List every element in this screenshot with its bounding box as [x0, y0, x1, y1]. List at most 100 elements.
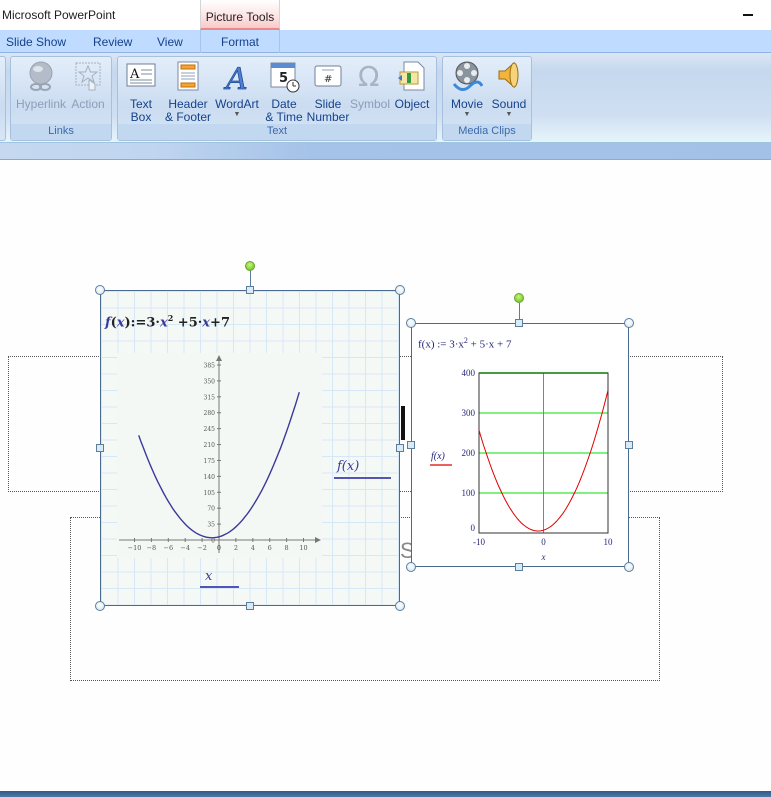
- action-label: Action: [71, 97, 105, 111]
- resize-handle-w-right[interactable]: [407, 441, 415, 449]
- resize-handle-nw-right[interactable]: [406, 318, 416, 328]
- resize-handle-sw-right[interactable]: [406, 562, 416, 572]
- left-x-tick-label: 10: [299, 544, 307, 552]
- resize-handle-e-right[interactable]: [625, 441, 633, 449]
- resize-handle-s-right[interactable]: [515, 563, 523, 571]
- ribbon-group-links: Hyperlink Action Links: [10, 56, 112, 141]
- hyperlink-button[interactable]: Hyperlink: [15, 60, 67, 111]
- date-time-label1: Date: [271, 97, 297, 111]
- text-box-button[interactable]: A Text Box: [124, 60, 158, 124]
- app-title: Microsoft PowerPoint: [2, 8, 116, 22]
- right-y-tick-label: 0: [471, 523, 476, 533]
- resize-handle-nw-left[interactable]: [95, 285, 105, 295]
- left-y-tick-label: 0: [211, 538, 215, 545]
- resize-handle-sw-left[interactable]: [95, 601, 105, 611]
- wordart-icon: A: [223, 62, 248, 94]
- wordart-dropdown-arrow[interactable]: ▼: [214, 111, 260, 119]
- right-x-tick-label: 10: [604, 537, 614, 547]
- svg-text:Ω: Ω: [358, 60, 379, 93]
- hyperlink-label: Hyperlink: [15, 97, 66, 111]
- slide-number-label2: Number: [306, 110, 350, 124]
- text-box-label2: Box: [130, 110, 152, 124]
- ribbon-group-text: A Text Box Header & Footer A WordArt ▼ 5…: [117, 56, 437, 141]
- tab-view[interactable]: View: [157, 35, 183, 49]
- left-x-tick-label: 6: [268, 544, 272, 552]
- right-y-tick-label: 100: [462, 488, 476, 498]
- tab-slide-show[interactable]: Slide Show: [6, 35, 66, 49]
- left-formula: f(x):=3·x2 +5·x+7: [105, 313, 230, 331]
- left-x-tick-label: 0: [217, 544, 221, 552]
- right-x-tick-label: 0: [541, 537, 546, 547]
- resize-handle-n-right[interactable]: [515, 319, 523, 327]
- wordart-button[interactable]: A WordArt ▼: [214, 60, 260, 119]
- resize-handle-se-left[interactable]: [395, 601, 405, 611]
- svg-text:A: A: [223, 62, 248, 94]
- resize-handle-ne-right[interactable]: [624, 318, 634, 328]
- movie-label: Movie: [450, 97, 483, 111]
- sound-button[interactable]: Sound ▼: [489, 60, 529, 119]
- left-y-tick-label: 140: [204, 474, 216, 481]
- sound-dropdown-arrow[interactable]: ▼: [489, 111, 529, 119]
- rotate-handle-left[interactable]: [245, 261, 255, 271]
- action-button[interactable]: Action: [69, 60, 107, 111]
- left-x-tick-label: 2: [234, 544, 238, 552]
- object-label: Object: [394, 97, 430, 111]
- header-footer-label1: Header: [168, 97, 208, 111]
- left-plot: 38535031528024521017514010570350−10 −8 −6−…: [117, 353, 322, 558]
- ribbon: Hyperlink Action Links A Text Box Header…: [0, 53, 771, 143]
- picture-tools-header: Picture Tools: [200, 0, 280, 30]
- film-reel-icon: [452, 61, 483, 91]
- links-group-label: Links: [11, 124, 111, 140]
- left-y-label: f(x): [337, 459, 360, 474]
- star-cursor-icon: [75, 62, 101, 91]
- left-y-tick-label: 105: [204, 490, 216, 497]
- slide-number-button[interactable]: # Slide Number: [306, 60, 350, 124]
- resize-handle-se-right[interactable]: [624, 562, 634, 572]
- right-y-tick-label: 300: [462, 408, 476, 418]
- right-formula: f(x) := 3·x2 + 5·x + 7: [418, 336, 512, 351]
- date-time-label2: & Time: [265, 110, 303, 124]
- rotate-handle-right[interactable]: [514, 293, 524, 303]
- resize-handle-s-left[interactable]: [246, 602, 254, 610]
- left-x-tick-label: −6: [164, 544, 174, 552]
- left-x-tick-label: −10: [128, 544, 142, 552]
- right-x-tick-label: -10: [473, 537, 485, 547]
- title-bar: Microsoft PowerPoint Picture Tools: [0, 0, 771, 30]
- object-button[interactable]: Object: [392, 60, 432, 111]
- resize-handle-e-left[interactable]: [396, 444, 404, 452]
- ribbon-bottom-edge: [0, 143, 771, 160]
- minimize-button[interactable]: [743, 14, 753, 16]
- calendar-clock-icon: 5: [270, 62, 300, 93]
- left-y-tick-label: 385: [204, 363, 216, 370]
- header-footer-button[interactable]: Header & Footer: [162, 60, 214, 124]
- left-x-tick-label: −8: [147, 544, 157, 552]
- resize-handle-w-left[interactable]: [96, 444, 104, 452]
- left-y-label-underline: [334, 477, 391, 479]
- text-box-label1: Text: [129, 97, 152, 111]
- movie-dropdown-arrow[interactable]: ▼: [447, 111, 487, 119]
- media-clips-group-label: Media Clips: [443, 124, 531, 140]
- svg-text:#: #: [324, 74, 332, 85]
- wordart-label: WordArt: [215, 97, 259, 111]
- resize-handle-ne-left[interactable]: [395, 285, 405, 295]
- symbol-button[interactable]: Ω Symbol: [350, 60, 390, 111]
- sound-label: Sound: [491, 97, 527, 111]
- date-time-button[interactable]: 5 Date & Time: [262, 60, 306, 124]
- left-y-tick-label: 35: [207, 522, 215, 529]
- movie-button[interactable]: Movie ▼: [447, 60, 487, 119]
- mathcad-object-left[interactable]: f(x):=3·x2 +5·x+7 385 350 315 280 245 210 175 1…: [100, 290, 400, 606]
- mathcad-object-right[interactable]: f(x) := 3·x2 + 5·x + 7 400 300 200 100 0 -10 0…: [411, 323, 629, 567]
- tab-review[interactable]: Review: [93, 35, 132, 49]
- tab-format[interactable]: Format: [200, 30, 280, 53]
- left-x-tick-label: −2: [197, 544, 207, 552]
- left-y-tick-label: 210: [204, 442, 216, 449]
- right-y-axis-label: f(x): [431, 451, 446, 462]
- header-footer-label2: & Footer: [164, 110, 212, 124]
- ribbon-tabs: Slide Show Review View Format: [0, 30, 771, 53]
- left-x-label-underline: [200, 586, 239, 588]
- object-icon: [398, 61, 425, 91]
- left-y-tick-label: 245: [204, 426, 216, 433]
- resize-handle-n-left[interactable]: [246, 286, 254, 294]
- left-x-tick-label: 4: [251, 544, 255, 552]
- right-y-tick-label: 400: [462, 368, 476, 378]
